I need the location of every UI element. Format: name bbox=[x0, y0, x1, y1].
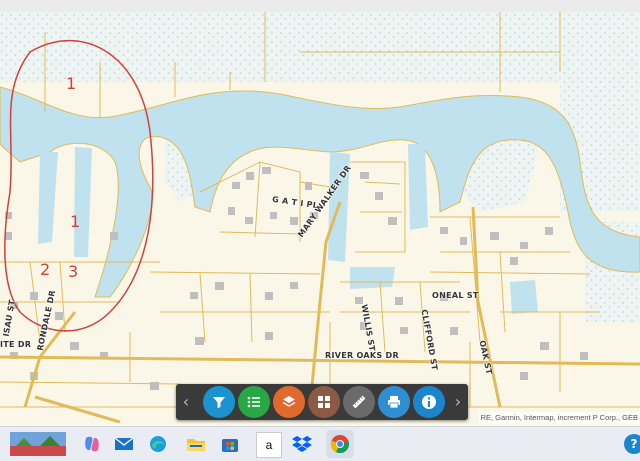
annotation-number: 2 bbox=[40, 260, 51, 279]
taskbar-file-explorer[interactable] bbox=[184, 432, 208, 456]
taskbar-store[interactable] bbox=[218, 432, 242, 456]
map-attribution: RE, Garmin, Intermap, increment P Corp.,… bbox=[478, 412, 640, 424]
basemap-button[interactable] bbox=[308, 386, 340, 418]
print-icon bbox=[388, 396, 400, 409]
print-button[interactable] bbox=[378, 386, 410, 418]
taskbar-desktop-thumbnail[interactable] bbox=[10, 432, 66, 456]
taskbar-dropbox[interactable] bbox=[290, 432, 314, 456]
file-explorer-icon bbox=[187, 439, 205, 451]
window-top-strip bbox=[0, 0, 640, 12]
info-icon bbox=[422, 395, 436, 409]
chrome-icon bbox=[330, 435, 350, 454]
layers-icon bbox=[282, 396, 296, 407]
pond bbox=[510, 280, 538, 314]
taskbar-edge[interactable] bbox=[146, 432, 170, 456]
taskbar-help[interactable]: ? bbox=[624, 434, 640, 454]
street-label: ONEAL ST bbox=[432, 291, 479, 300]
taskbar-copilot[interactable] bbox=[80, 432, 104, 456]
street-label: ITE DR bbox=[0, 340, 32, 349]
toolbar-prev-button[interactable]: ‹ bbox=[176, 384, 196, 420]
marsh-area-north bbox=[0, 12, 640, 82]
copilot-icon bbox=[85, 436, 99, 452]
map-canvas bbox=[0, 12, 640, 424]
taskbar: a ? bbox=[0, 426, 640, 461]
taskbar-chrome[interactable] bbox=[326, 430, 354, 458]
canal-2 bbox=[74, 147, 92, 257]
amazon-icon: a bbox=[265, 438, 273, 452]
canal-1 bbox=[38, 152, 58, 244]
edge-browser-icon bbox=[150, 436, 166, 452]
measure-ruler-icon bbox=[352, 395, 366, 409]
taskbar-amazon[interactable]: a bbox=[256, 432, 282, 458]
toolbar-next-button[interactable]: › bbox=[448, 384, 468, 420]
basemap-grid-icon bbox=[318, 396, 330, 408]
store-icon bbox=[222, 439, 238, 452]
map-toolbar: ‹ › bbox=[176, 384, 468, 420]
desktop-thumbnail-icon bbox=[10, 432, 66, 456]
list-icon bbox=[247, 396, 260, 408]
street-label: RIVER OAKS DR bbox=[325, 351, 399, 360]
measure-button[interactable] bbox=[343, 386, 375, 418]
canal-4 bbox=[408, 144, 428, 230]
annotation-number: 1 bbox=[66, 74, 77, 93]
river-oaks-dr-road bbox=[0, 355, 640, 366]
rondale-dr-road bbox=[23, 311, 77, 408]
annotation-number: 3 bbox=[68, 262, 79, 281]
filter-button[interactable] bbox=[203, 386, 235, 418]
help-icon: ? bbox=[630, 437, 638, 451]
map-view[interactable]: 1 1 2 3 G A T I PL MARY WALKER DR ONEAL … bbox=[0, 12, 640, 426]
canal-5 bbox=[350, 267, 395, 289]
list-button[interactable] bbox=[238, 386, 270, 418]
taskbar-mail[interactable] bbox=[112, 432, 136, 456]
river-water bbox=[0, 86, 640, 298]
dropbox-icon bbox=[292, 436, 312, 452]
annotation-number: 1 bbox=[70, 212, 81, 231]
south-road bbox=[34, 395, 121, 424]
mail-icon bbox=[114, 437, 134, 450]
info-button[interactable] bbox=[413, 386, 445, 418]
layers-button[interactable] bbox=[273, 386, 305, 418]
filter-icon bbox=[213, 397, 225, 408]
